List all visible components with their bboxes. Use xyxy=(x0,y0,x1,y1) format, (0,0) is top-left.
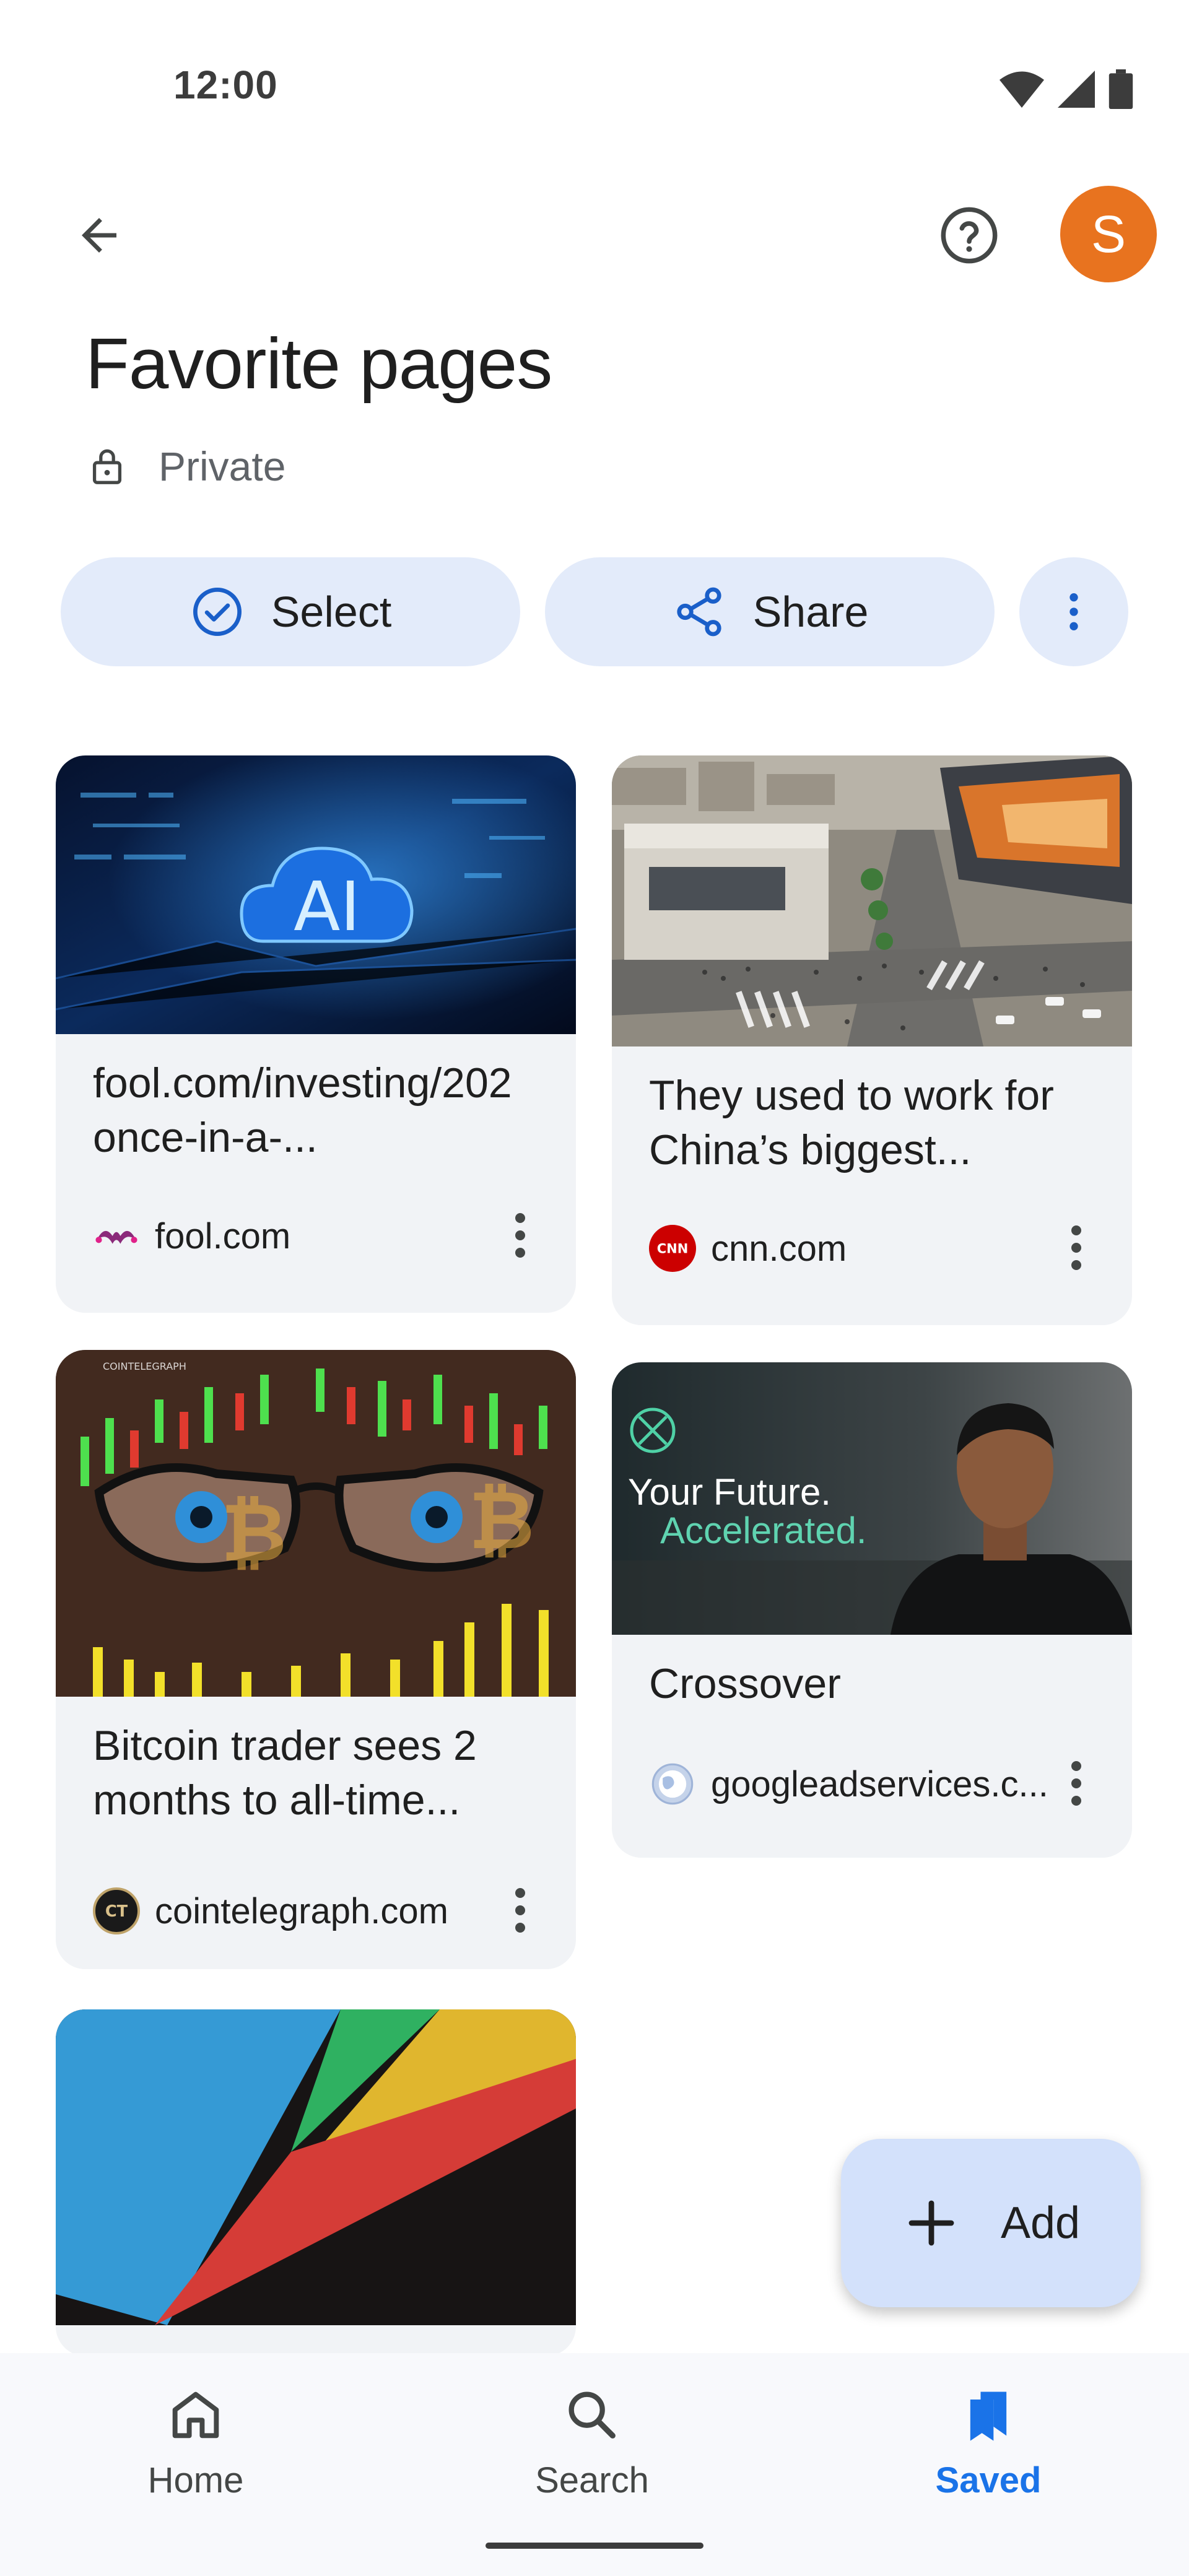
card-more-button[interactable] xyxy=(1058,1217,1095,1279)
status-bar: 12:00 xyxy=(0,0,1189,161)
bookmarks-icon xyxy=(970,2391,1007,2441)
share-label: Share xyxy=(752,588,869,636)
search-icon xyxy=(568,2391,616,2439)
saved-card[interactable]: ₿ ₿ COINTELEGRAPH Bitcoin trader sees 2 … xyxy=(56,1350,576,1969)
globe-icon xyxy=(649,1760,696,1808)
svg-text:₿: ₿ xyxy=(469,1473,534,1567)
card-title: Bitcoin trader sees 2 months to all-time… xyxy=(93,1722,477,1824)
card-source-label: fool.com xyxy=(155,1216,291,1256)
bottom-navigation: Home Search Saved xyxy=(0,2353,1189,2576)
saved-card[interactable] xyxy=(56,2009,576,2356)
svg-text:CNN: CNN xyxy=(657,1242,689,1256)
help-icon xyxy=(941,207,998,264)
wifi-icon xyxy=(1000,71,1044,108)
saved-card[interactable]: They used to work for China’s biggest...… xyxy=(612,755,1132,1325)
card-more-button[interactable] xyxy=(502,1204,539,1266)
add-fab[interactable]: Add xyxy=(841,2139,1141,2307)
card-thumbnail: ₿ ₿ COINTELEGRAPH xyxy=(56,1350,576,1697)
cointelegraph-watermark: COINTELEGRAPH xyxy=(103,1360,186,1372)
ai-text: AI xyxy=(294,867,360,946)
select-label: Select xyxy=(271,588,392,636)
card-source: fool.com xyxy=(93,1212,290,1260)
card-source: CNN cnn.com xyxy=(649,1225,847,1272)
card-source-label: cnn.com xyxy=(711,1228,847,1269)
ai-cloud-image: AI xyxy=(56,755,576,1034)
home-icon xyxy=(172,2391,219,2439)
cnn-logo-icon: CNN xyxy=(649,1225,696,1272)
play-store-image xyxy=(56,2009,576,2325)
fool-jester-icon xyxy=(93,1212,140,1260)
ad-headline-2: Accelerated. xyxy=(660,1510,867,1551)
card-source-label: googleadservices.c... xyxy=(711,1764,1048,1804)
check-circle-icon xyxy=(193,588,242,636)
city-intersection-image xyxy=(612,755,1132,1046)
svg-text:₿: ₿ xyxy=(221,1486,287,1580)
card-more-button[interactable] xyxy=(1058,1752,1095,1814)
add-label: Add xyxy=(1000,2198,1081,2248)
card-source: CT cointelegraph.com xyxy=(93,1887,448,1934)
crossover-ad-image: Your Future. Accelerated. xyxy=(612,1362,1132,1635)
help-button[interactable] xyxy=(929,195,1009,276)
bitcoin-chart-image: ₿ ₿ COINTELEGRAPH xyxy=(56,1350,576,1697)
nav-search[interactable]: Search xyxy=(493,2384,691,2501)
ad-headline-1: Your Future. xyxy=(628,1471,831,1513)
arrow-back-icon xyxy=(82,218,116,253)
share-icon xyxy=(676,587,721,637)
more-vert-icon xyxy=(1069,593,1078,630)
card-thumbnail: AI xyxy=(56,755,576,1034)
battery-icon xyxy=(1108,69,1133,109)
status-time: 12:00 xyxy=(173,63,278,107)
avatar-initial: S xyxy=(1091,204,1126,263)
card-thumbnail: Your Future. Accelerated. xyxy=(612,1362,1132,1635)
nav-saved[interactable]: Saved xyxy=(889,2384,1087,2501)
status-icons xyxy=(1000,69,1133,109)
select-button[interactable]: Select xyxy=(61,557,520,666)
card-source-label: cointelegraph.com xyxy=(155,1891,448,1931)
cell-signal-icon xyxy=(1058,71,1095,108)
account-avatar[interactable]: S xyxy=(1060,186,1157,282)
cointelegraph-icon: CT xyxy=(93,1887,140,1934)
card-more-button[interactable] xyxy=(502,1879,539,1941)
back-button[interactable] xyxy=(62,198,136,272)
card-thumbnail xyxy=(56,2009,576,2325)
nav-home-label: Home xyxy=(147,2460,244,2500)
privacy-status: Private xyxy=(85,443,285,490)
lock-icon xyxy=(92,449,122,484)
svg-text:CT: CT xyxy=(105,1902,128,1921)
share-button[interactable]: Share xyxy=(545,557,995,666)
gesture-bar xyxy=(486,2543,703,2549)
nav-home[interactable]: Home xyxy=(97,2384,295,2501)
plus-icon xyxy=(908,2200,954,2246)
card-title: They used to work for China’s biggest... xyxy=(649,1072,1054,1173)
saved-card[interactable]: AI fool.com/investing/202 once-in-a-... … xyxy=(56,755,576,1313)
card-source: googleadservices.c... xyxy=(649,1760,1048,1808)
more-options-button[interactable] xyxy=(1019,557,1128,666)
nav-saved-label: Saved xyxy=(935,2460,1042,2500)
card-thumbnail xyxy=(612,755,1132,1046)
nav-search-label: Search xyxy=(535,2460,649,2500)
saved-card[interactable]: Your Future. Accelerated. Crossover goog… xyxy=(612,1362,1132,1858)
page-title: Favorite pages xyxy=(85,323,552,404)
privacy-label: Private xyxy=(159,443,286,489)
card-title: fool.com/investing/202 once-in-a-... xyxy=(93,1060,512,1161)
card-title: Crossover xyxy=(649,1660,841,1707)
